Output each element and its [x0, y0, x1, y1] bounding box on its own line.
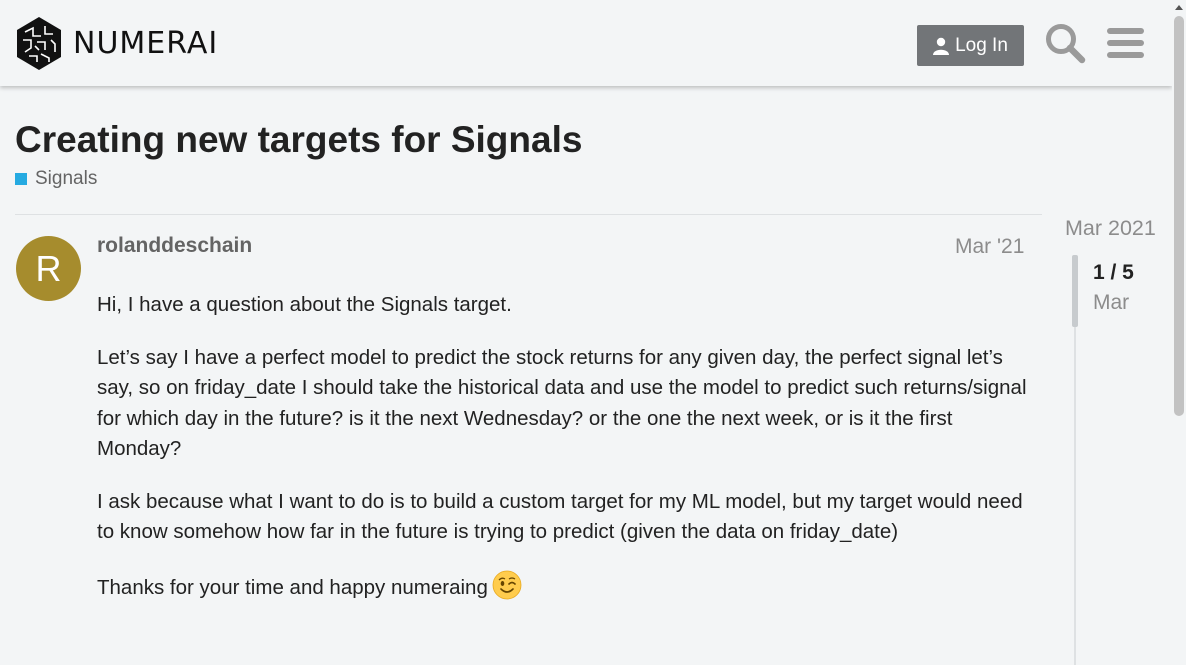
post-paragraph: Let’s say I have a perfect model to pred… — [97, 345, 1027, 461]
search-icon[interactable] — [1044, 22, 1086, 64]
site-header: NUMERAI Log In — [0, 0, 1172, 86]
category-badge[interactable]: Signals — [15, 168, 97, 190]
category-color-swatch — [15, 173, 27, 185]
hamburger-menu-icon[interactable] — [1107, 26, 1144, 60]
scrollbar-thumb[interactable] — [1174, 16, 1184, 416]
post-body: Hi, I have a question about the Signals … — [97, 290, 1037, 625]
scroll-up-arrow-icon[interactable] — [1175, 5, 1183, 10]
topic-title[interactable]: Creating new targets for Signals — [15, 119, 582, 161]
post-username[interactable]: rolanddeschain — [97, 234, 252, 258]
timeline-current-date: Mar — [1093, 291, 1130, 314]
numerai-logo[interactable]: NUMERAI — [15, 16, 218, 71]
post-paragraph-text: Thanks for your time and happy numeraing — [97, 575, 488, 599]
login-button[interactable]: Log In — [917, 25, 1024, 66]
wink-emoji-icon — [492, 570, 522, 599]
timeline-post-count: 1 / 5 — [1093, 261, 1134, 284]
numerai-logo-icon — [17, 17, 61, 70]
post-paragraph: Hi, I have a question about the Signals … — [97, 293, 512, 316]
logo-wordmark: NUMERAI — [73, 25, 219, 61]
category-label: Signals — [35, 168, 98, 189]
user-icon — [933, 37, 950, 55]
post-paragraph-last: Thanks for your time and happy numeraing — [97, 570, 1037, 604]
topic-divider — [15, 214, 1042, 215]
avatar-letter: R — [35, 247, 62, 289]
post-paragraph: I ask because what I want to do is to bu… — [97, 489, 1023, 544]
avatar[interactable]: R — [16, 236, 81, 301]
post-date[interactable]: Mar '21 — [955, 235, 1024, 259]
login-button-label: Log In — [955, 34, 1008, 56]
timeline-start-date[interactable]: Mar 2021 — [1065, 216, 1156, 241]
timeline-handle[interactable] — [1072, 255, 1078, 327]
